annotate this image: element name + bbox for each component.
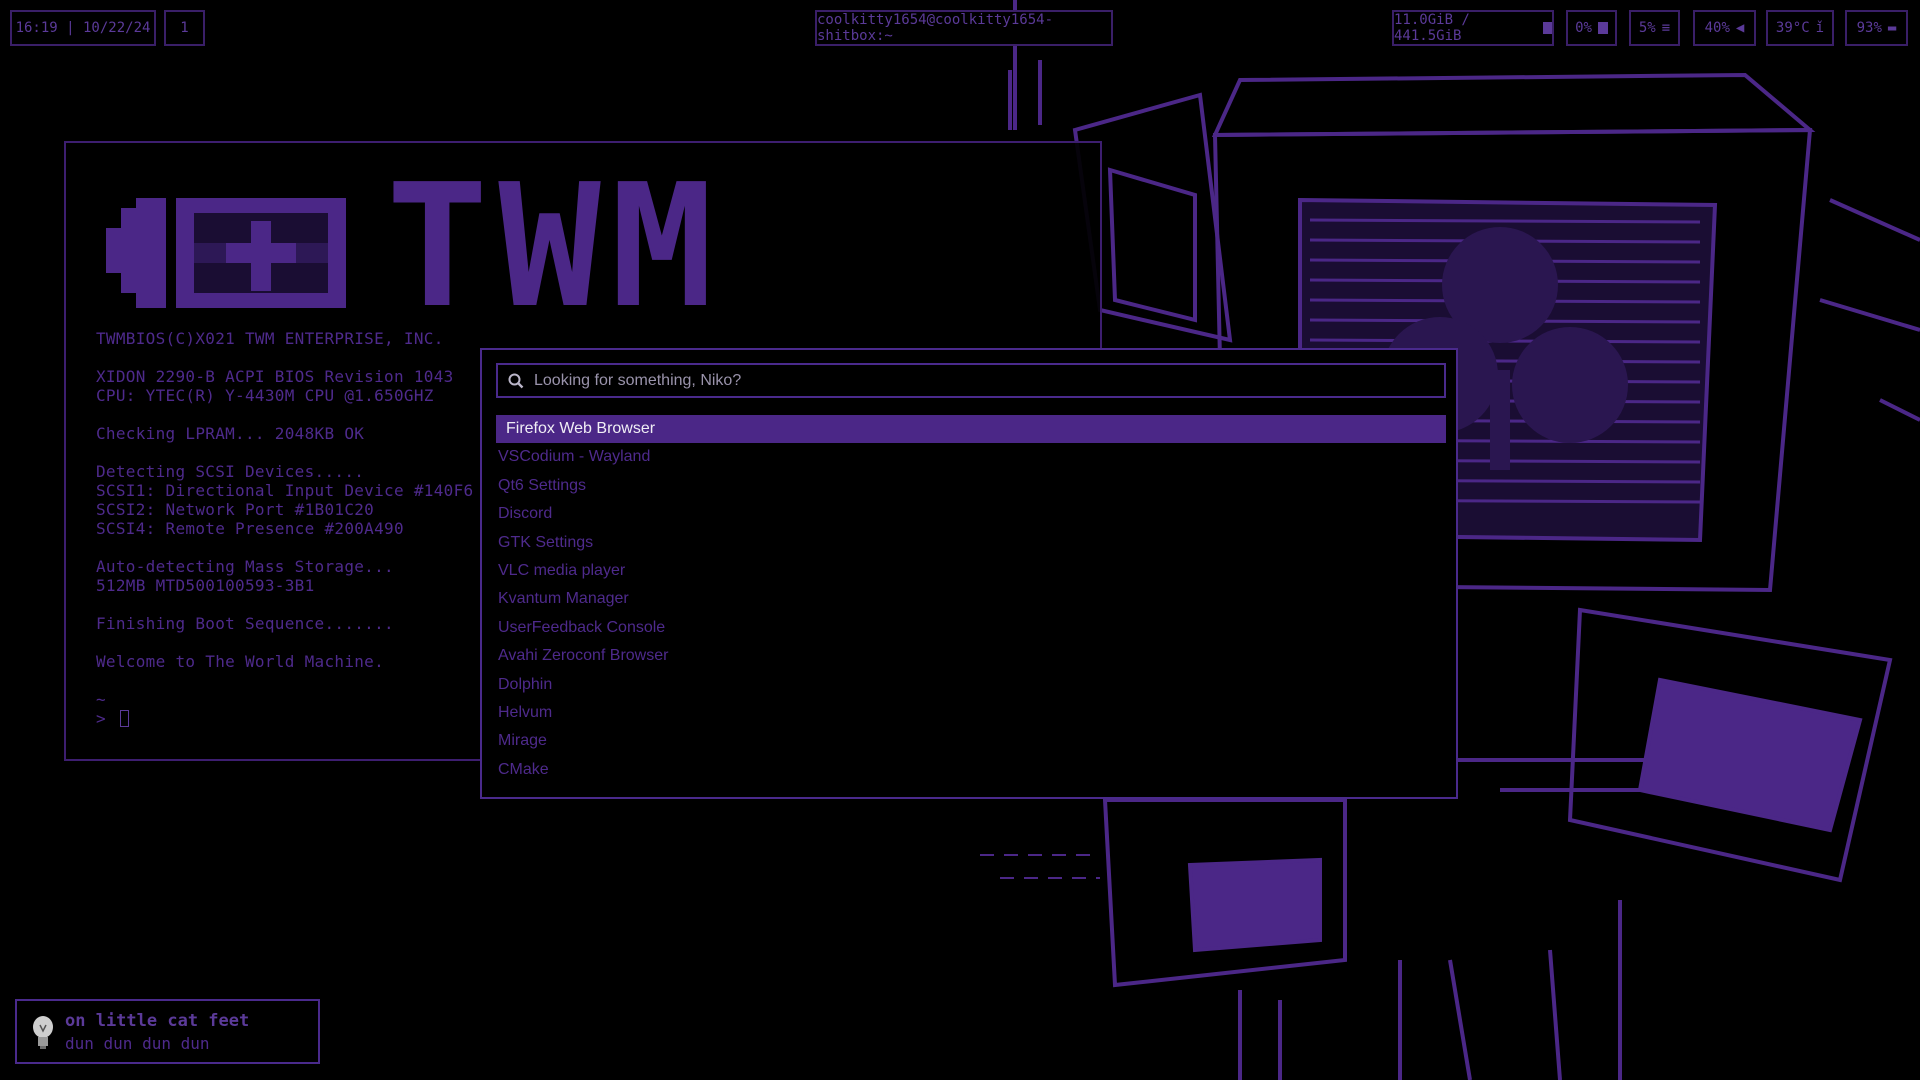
cpu-icon [1597,22,1608,34]
app-launcher[interactable]: Firefox Web BrowserVSCodium - WaylandQt6… [480,348,1458,799]
terminal-logo-text: TWM [386,173,723,313]
memory-icon [1542,22,1552,34]
terminal-line: SCSI4: Remote Presence #200A490 [96,519,404,538]
notification-body: dun dun dun dun [65,1034,210,1053]
terminal-cursor [120,710,129,727]
battery-widget[interactable]: 93% ▬ [1845,10,1908,46]
terminal-line: ~ [96,690,106,709]
launcher-app-item[interactable]: Firefox Web Browser [496,415,1446,444]
terminal-line: Welcome to The World Machine. [96,652,385,671]
terminal-line: SCSI1: Directional Input Device #140F6 [96,481,474,500]
battery-icon: ▬ [1887,20,1897,36]
clock-text: 16:19 | 10/22/24 [15,20,151,36]
launcher-app-item[interactable]: VSCodium - Wayland [496,443,1446,471]
terminal-line: > [96,709,106,728]
launcher-app-list: Firefox Web Browser VSCodium - Wayland Qt6… [496,415,1446,784]
launcher-app-item[interactable]: Kvantum Manager [496,585,1446,613]
launcher-search-input[interactable] [534,371,1414,390]
launcher-app-item[interactable]: Mirage [496,727,1446,755]
terminal-line: CPU: YTEC(R) Y-4430M CPU @1.650GHZ [96,386,434,405]
launcher-app-item[interactable]: UserFeedback Console [496,614,1446,642]
launcher-search-box[interactable] [496,363,1446,398]
launcher-app-item[interactable]: VLC media player [496,557,1446,585]
terminal-line: XIDON 2290-B ACPI BIOS Revision 1043 [96,367,454,386]
terminal-line: Checking LPRAM... 2048KB OK [96,424,365,443]
volume-text: 40% [1704,20,1730,36]
terminal-line: Detecting SCSI Devices..... [96,462,365,481]
terminal-line: Auto-detecting Mass Storage... [96,557,394,576]
workspace-number: 1 [180,20,189,36]
launcher-app-item[interactable]: Discord [496,500,1446,528]
launcher-app-item[interactable]: Helvum [496,699,1446,727]
workspace-indicator[interactable]: 1 [164,10,205,46]
launcher-app-item[interactable]: GTK Settings [496,529,1446,557]
terminal-line: TWMBIOS(C)X021 TWM ENTERPRISE, INC. [96,329,444,348]
disk-widget[interactable]: 5% ≡ [1629,10,1680,46]
clock-widget[interactable]: 16:19 | 10/22/24 [10,10,156,46]
terminal-line: SCSI2: Network Port #1B01C20 [96,500,375,519]
launcher-app-item[interactable]: CMake [496,756,1446,784]
launcher-app-item[interactable]: Qt6 Settings [496,472,1446,500]
memory-widget[interactable]: 11.0GiB / 441.5GiB [1392,10,1554,46]
cpu-text: 0% [1575,20,1592,36]
volume-widget[interactable]: 40% ◀ [1693,10,1756,46]
terminal-line: 512MB MTD500100593-3B1 [96,576,315,595]
volume-icon: ◀ [1735,20,1745,36]
active-window-title: coolkitty1654@coolkitty1654-shitbox:~ [815,10,1113,46]
window-title-text: coolkitty1654@coolkitty1654-shitbox:~ [817,12,1054,44]
terminal-line: Finishing Boot Sequence....... [96,614,394,633]
memory-text: 11.0GiB / 441.5GiB [1394,12,1470,44]
disk-text: 5% [1638,20,1656,36]
cpu-widget[interactable]: 0% [1566,10,1617,46]
lightbulb-icon [33,1016,53,1049]
twm-logo-icon: TWM [106,173,723,313]
search-icon [508,373,524,388]
launcher-app-item[interactable]: Avahi Zeroconf Browser [496,642,1446,670]
temperature-widget[interactable]: 39°C ǐ [1766,10,1834,46]
disk-icon: ≡ [1661,20,1671,36]
notification-title: on little cat feet [65,1011,250,1031]
now-playing-notification[interactable]: on little cat feet dun dun dun dun [15,999,320,1064]
battery-text: 93% [1856,20,1882,36]
temperature-text: 39°C [1775,20,1810,36]
launcher-app-item[interactable]: Dolphin [496,671,1446,699]
thermometer-icon: ǐ [1815,20,1825,36]
